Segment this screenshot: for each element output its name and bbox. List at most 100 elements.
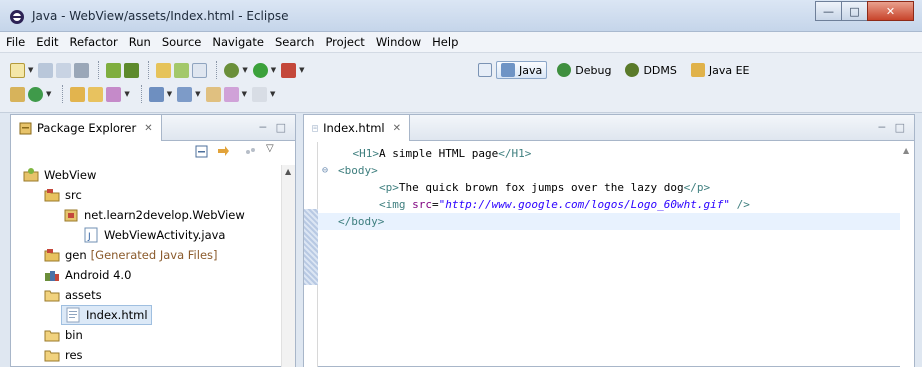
library-icon <box>45 271 59 281</box>
current-code-line: </body> <box>318 213 902 230</box>
html-file-icon <box>312 124 318 132</box>
print-icon[interactable] <box>74 62 90 78</box>
new-java-class-icon[interactable] <box>28 86 43 102</box>
back-dropdown-icon[interactable]: ▼ <box>242 90 247 98</box>
scroll-up-icon[interactable]: ▲ <box>903 146 909 155</box>
link-with-editor-icon[interactable] <box>216 144 231 159</box>
package-icon <box>64 209 78 222</box>
java-file-icon: J <box>84 227 98 243</box>
open-perspective-icon[interactable] <box>478 63 492 77</box>
tree-item-android-library[interactable]: Android 4.0 <box>44 265 131 285</box>
perspective-java-ee[interactable]: Java EE <box>687 62 754 78</box>
view-minimize-maximize-icons[interactable]: ─ □ <box>878 121 908 134</box>
new-java-package-icon[interactable] <box>10 86 25 102</box>
tree-item-index-html[interactable]: Index.html <box>61 305 152 325</box>
perspective-ddms[interactable]: DDMS <box>621 62 680 78</box>
menu-source[interactable]: Source <box>162 35 202 49</box>
debug-dropdown-icon[interactable]: ▼ <box>242 66 247 74</box>
tree-item-package[interactable]: net.learn2develop.WebView <box>63 205 245 225</box>
menu-file[interactable]: File <box>6 35 25 49</box>
menu-refactor[interactable]: Refactor <box>70 35 118 49</box>
android-sdk-manager-icon[interactable] <box>106 62 122 78</box>
tree-item-assets[interactable]: assets <box>44 285 102 305</box>
view-menu-icon[interactable] <box>243 144 258 159</box>
save-icon[interactable] <box>38 62 54 78</box>
run-dropdown-icon[interactable]: ▼ <box>271 66 276 74</box>
project-tree: WebView src net.learn2develop.WebView J … <box>11 165 281 367</box>
window-title: Java - WebView/assets/Index.html - Eclip… <box>32 9 289 23</box>
search-icon[interactable] <box>106 86 122 102</box>
perspective-java[interactable]: Java <box>496 61 548 79</box>
close-tab-icon[interactable]: ✕ <box>144 123 152 134</box>
tree-item-gen[interactable]: gen [Generated Java Files] <box>44 245 218 265</box>
new-android-xml-icon[interactable] <box>192 62 208 78</box>
package-explorer-view: Package Explorer ✕ ─ □ ▽ WebView src net… <box>10 114 296 367</box>
minimize-button[interactable]: — <box>815 1 842 21</box>
package-explorer-scrollbar[interactable]: ▲ <box>281 165 295 367</box>
editor-gutter <box>304 142 318 367</box>
scroll-up-icon[interactable]: ▲ <box>285 167 291 176</box>
new-dropdown-icon[interactable]: ▼ <box>28 66 33 74</box>
html-file-icon <box>66 307 80 323</box>
folder-icon <box>44 350 60 362</box>
debug-icon[interactable] <box>224 62 240 78</box>
open-type-icon[interactable] <box>70 86 86 102</box>
next-annotation-icon[interactable] <box>148 86 164 102</box>
code-line: <p> The quick brown fox jumps over the la… <box>378 181 711 194</box>
menu-search[interactable]: Search <box>275 35 315 49</box>
maximize-button[interactable]: □ <box>841 1 868 21</box>
folder-open-icon <box>44 290 60 302</box>
code-area[interactable]: <H1> A simple HTML page </H1> ⊖ <body> <p>… <box>318 142 902 367</box>
close-button[interactable]: ✕ <box>867 1 914 21</box>
run-icon[interactable] <box>252 62 268 78</box>
search-dropdown-icon[interactable]: ▼ <box>124 90 129 98</box>
tree-item-src[interactable]: src <box>44 185 82 205</box>
editor-scrollbar[interactable]: ▲ <box>900 142 914 367</box>
perspective-switcher: Java Debug DDMS Java EE <box>478 59 760 81</box>
generated-folder-icon <box>44 249 60 262</box>
new-icon[interactable] <box>10 62 25 78</box>
perspective-debug[interactable]: Debug <box>553 62 615 78</box>
new-android-test-project-icon[interactable] <box>174 62 190 78</box>
ddms-perspective-icon <box>625 63 640 77</box>
view-menu-dropdown-icon[interactable]: ▽ <box>266 143 274 154</box>
menu-navigate[interactable]: Navigate <box>212 35 264 49</box>
external-tools-icon[interactable] <box>281 62 297 78</box>
forward-dropdown-icon[interactable]: ▼ <box>270 90 275 98</box>
android-project-icon <box>23 168 39 182</box>
java-perspective-icon <box>501 63 515 77</box>
avd-manager-icon[interactable] <box>124 62 140 78</box>
code-line: <H1> A simple HTML page </H1> <box>352 147 532 160</box>
forward-icon[interactable] <box>251 86 267 102</box>
folder-icon <box>44 330 60 342</box>
external-tools-dropdown-icon[interactable]: ▼ <box>299 66 304 74</box>
new-class-dropdown-icon[interactable]: ▼ <box>46 90 51 98</box>
back-icon[interactable] <box>223 86 239 102</box>
menu-project[interactable]: Project <box>325 35 364 49</box>
fold-icon[interactable]: ⊖ <box>322 165 328 176</box>
source-folder-icon <box>44 189 60 202</box>
tree-item-webview[interactable]: WebView <box>23 165 96 185</box>
tree-item-res[interactable]: res <box>44 345 83 365</box>
menu-edit[interactable]: Edit <box>36 35 58 49</box>
previous-annotation-dropdown-icon[interactable]: ▼ <box>195 90 200 98</box>
change-marker <box>304 209 318 285</box>
new-android-project-icon[interactable] <box>156 62 172 78</box>
open-task-icon[interactable] <box>88 86 104 102</box>
next-annotation-dropdown-icon[interactable]: ▼ <box>167 90 172 98</box>
menu-help[interactable]: Help <box>432 35 458 49</box>
java-ee-perspective-icon <box>690 63 705 77</box>
view-minimize-maximize-icons[interactable]: ─ □ <box>259 121 289 134</box>
tab-package-explorer[interactable]: Package Explorer ✕ <box>11 115 162 141</box>
tab-index-html[interactable]: Index.html ✕ <box>304 115 410 141</box>
menu-run[interactable]: Run <box>129 35 151 49</box>
close-tab-icon[interactable]: ✕ <box>393 123 401 134</box>
last-edit-location-icon[interactable] <box>205 86 221 102</box>
collapse-all-icon[interactable] <box>194 144 209 159</box>
tree-item-webviewactivity[interactable]: J WebViewActivity.java <box>83 225 225 245</box>
menu-window[interactable]: Window <box>376 35 421 49</box>
tree-item-bin[interactable]: bin <box>44 325 83 345</box>
save-all-icon[interactable] <box>56 62 72 78</box>
previous-annotation-icon[interactable] <box>177 86 193 102</box>
debug-perspective-icon <box>557 63 572 77</box>
